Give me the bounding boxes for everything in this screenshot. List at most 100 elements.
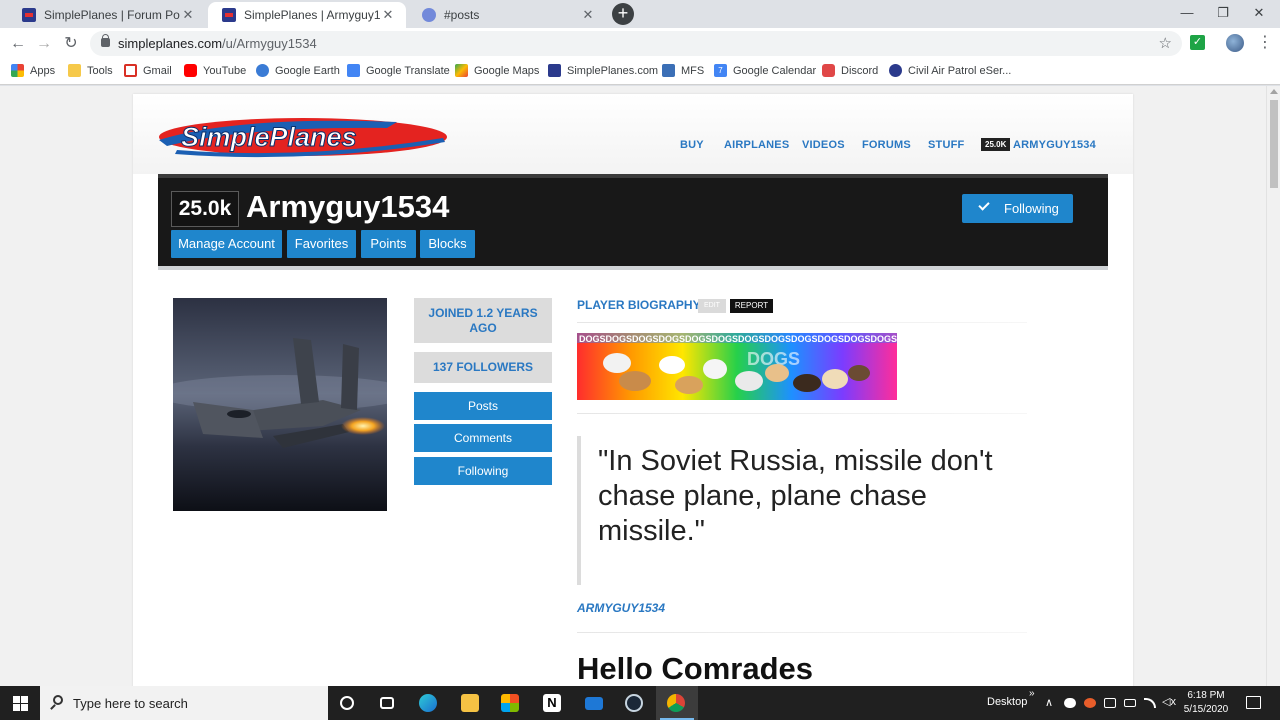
desktop-toolbar-label[interactable]: Desktop <box>987 696 1027 708</box>
close-icon[interactable]: ✕ <box>380 7 396 23</box>
apps-grid-icon <box>11 64 24 77</box>
search-placeholder: Type here to search <box>73 696 188 711</box>
back-button[interactable]: ← <box>6 32 30 56</box>
start-button[interactable] <box>0 686 40 720</box>
bookmark-simpleplanes[interactable]: SimplePlanes.com <box>548 64 658 77</box>
notion-icon: N <box>543 694 561 712</box>
taskbar-search[interactable]: Type here to search <box>40 686 328 720</box>
gmail-icon <box>124 64 137 77</box>
wifi-icon[interactable] <box>1144 698 1156 708</box>
close-icon[interactable]: ✕ <box>180 7 196 23</box>
taskbar-edge[interactable] <box>408 686 450 720</box>
nav-airplanes[interactable]: AIRPLANES <box>724 139 789 151</box>
toolbar-expand-icon[interactable]: » <box>1029 688 1035 699</box>
bookmark-google-translate[interactable]: Google Translate <box>347 64 450 77</box>
tab-title: SimplePlanes | Forum Post <box>44 8 180 22</box>
manage-account-button[interactable]: Manage Account <box>171 230 282 258</box>
mail-icon <box>585 697 603 710</box>
tab-forum-post[interactable]: SimplePlanes | Forum Post ✕ <box>8 2 206 28</box>
quote-author-link[interactable]: ARMYGUY1534 <box>577 601 665 615</box>
youtube-icon <box>184 64 197 77</box>
reload-button[interactable]: ↻ <box>59 32 83 56</box>
taskbar-store[interactable] <box>490 686 532 720</box>
edit-button[interactable]: EDIT <box>698 299 726 313</box>
bookmark-gmail[interactable]: Gmail <box>124 64 172 77</box>
simpleplanes-logo[interactable]: SimplePlanes <box>157 114 449 160</box>
tab-title: SimplePlanes | Armyguy1534 <box>244 8 380 22</box>
steam-icon <box>625 694 643 712</box>
posts-button[interactable]: Posts <box>414 392 552 420</box>
bookmark-tools[interactable]: Tools <box>68 64 113 77</box>
notifications-icon[interactable] <box>1246 696 1261 709</box>
tray-overflow-icon[interactable]: ∧ <box>1045 696 1053 709</box>
browser-toolbar: ← → ↻ simpleplanes.com/u/Armyguy1534 ☆ <box>0 28 1280 59</box>
battery-icon[interactable] <box>1124 699 1136 707</box>
bookmark-discord[interactable]: Discord <box>822 64 878 77</box>
bookmark-google-calendar[interactable]: 7 Google Calendar <box>714 64 816 77</box>
taskbar-chrome[interactable] <box>656 686 698 720</box>
bookmark-civil-air-patrol[interactable]: Civil Air Patrol eSer... <box>889 64 1011 77</box>
nav-buy[interactable]: BUY <box>680 139 704 151</box>
bookmark-apps[interactable]: Apps <box>11 64 55 77</box>
scroll-up-icon[interactable] <box>1270 89 1278 94</box>
scrollbar-thumb[interactable] <box>1270 100 1278 188</box>
app-tray-icon[interactable] <box>1084 698 1096 708</box>
bookmark-mfs[interactable]: MFS <box>662 64 704 77</box>
bookmark-star-icon[interactable]: ☆ <box>1159 34 1172 52</box>
browser-menu-icon[interactable]: ⋮ <box>1257 33 1273 53</box>
windows-taskbar: Type here to search N Desktop » ∧ ◁x 6:1… <box>0 686 1280 720</box>
onedrive-icon[interactable] <box>1064 698 1076 708</box>
divider <box>577 413 1027 414</box>
profile-avatar-image <box>173 298 387 511</box>
nav-user[interactable]: ARMYGUY1534 <box>1013 139 1096 151</box>
blocks-button[interactable]: Blocks <box>420 230 475 258</box>
close-icon[interactable]: ✕ <box>580 7 596 23</box>
cortana-button[interactable] <box>326 686 368 720</box>
simpleplanes-favicon <box>548 64 561 77</box>
bookmark-youtube[interactable]: YouTube <box>184 64 246 77</box>
security-icon[interactable] <box>1104 698 1116 708</box>
system-clock[interactable]: 6:18 PM 5/15/2020 <box>1180 689 1232 717</box>
player-biography-title: PLAYER BIOGRAPHY <box>577 298 701 312</box>
task-view-button[interactable] <box>366 686 408 720</box>
extension-check-icon[interactable]: ✓ <box>1190 35 1205 50</box>
following-list-button[interactable]: Following <box>414 457 552 485</box>
bookmarks-bar: Apps Tools Gmail YouTube Google Earth Go… <box>0 59 1280 85</box>
volume-muted-icon[interactable]: ◁x <box>1162 695 1176 708</box>
close-window-button[interactable]: ✕ <box>1236 0 1280 28</box>
comments-button[interactable]: Comments <box>414 424 552 452</box>
simpleplanes-favicon <box>222 8 236 22</box>
following-button[interactable]: Following <box>962 194 1073 223</box>
forward-button[interactable]: → <box>32 32 56 56</box>
favorites-button[interactable]: Favorites <box>287 230 356 258</box>
points-badge: 25.0k <box>171 191 239 227</box>
nav-videos[interactable]: VIDEOS <box>802 139 845 151</box>
nav-points-badge: 25.0K <box>981 138 1011 151</box>
windows-logo-icon <box>13 696 20 703</box>
taskbar-file-explorer[interactable] <box>450 686 492 720</box>
taskbar-steam[interactable] <box>614 686 656 720</box>
followers-stat[interactable]: 137 FOLLOWERS <box>414 352 552 383</box>
address-bar[interactable]: simpleplanes.com/u/Armyguy1534 ☆ <box>90 31 1182 56</box>
google-earth-icon <box>256 64 269 77</box>
report-button[interactable]: REPORT <box>730 299 773 313</box>
profile-avatar-icon[interactable] <box>1226 34 1244 52</box>
nav-forums[interactable]: FORUMS <box>862 139 911 151</box>
folder-icon <box>68 64 81 77</box>
bookmark-google-earth[interactable]: Google Earth <box>256 64 340 77</box>
clock-time: 6:18 PM <box>1187 690 1225 701</box>
mfs-icon <box>662 64 675 77</box>
divider <box>577 632 1027 633</box>
tab-posts[interactable]: #posts ✕ <box>408 2 606 28</box>
folder-icon <box>461 694 479 712</box>
taskbar-notion[interactable]: N <box>532 686 574 720</box>
new-tab-button[interactable]: + <box>612 3 634 25</box>
points-button[interactable]: Points <box>361 230 416 258</box>
nav-stuff[interactable]: STUFF <box>928 139 964 151</box>
bookmark-google-maps[interactable]: Google Maps <box>455 64 539 77</box>
tab-armyguy1534[interactable]: SimplePlanes | Armyguy1534 ✕ <box>208 2 406 28</box>
page-scrollbar[interactable] <box>1266 86 1280 686</box>
taskbar-mail[interactable] <box>574 686 616 720</box>
discord-favicon <box>422 8 436 22</box>
page-viewport: SimplePlanes BUY AIRPLANES VIDEOS FORUMS… <box>0 86 1266 686</box>
